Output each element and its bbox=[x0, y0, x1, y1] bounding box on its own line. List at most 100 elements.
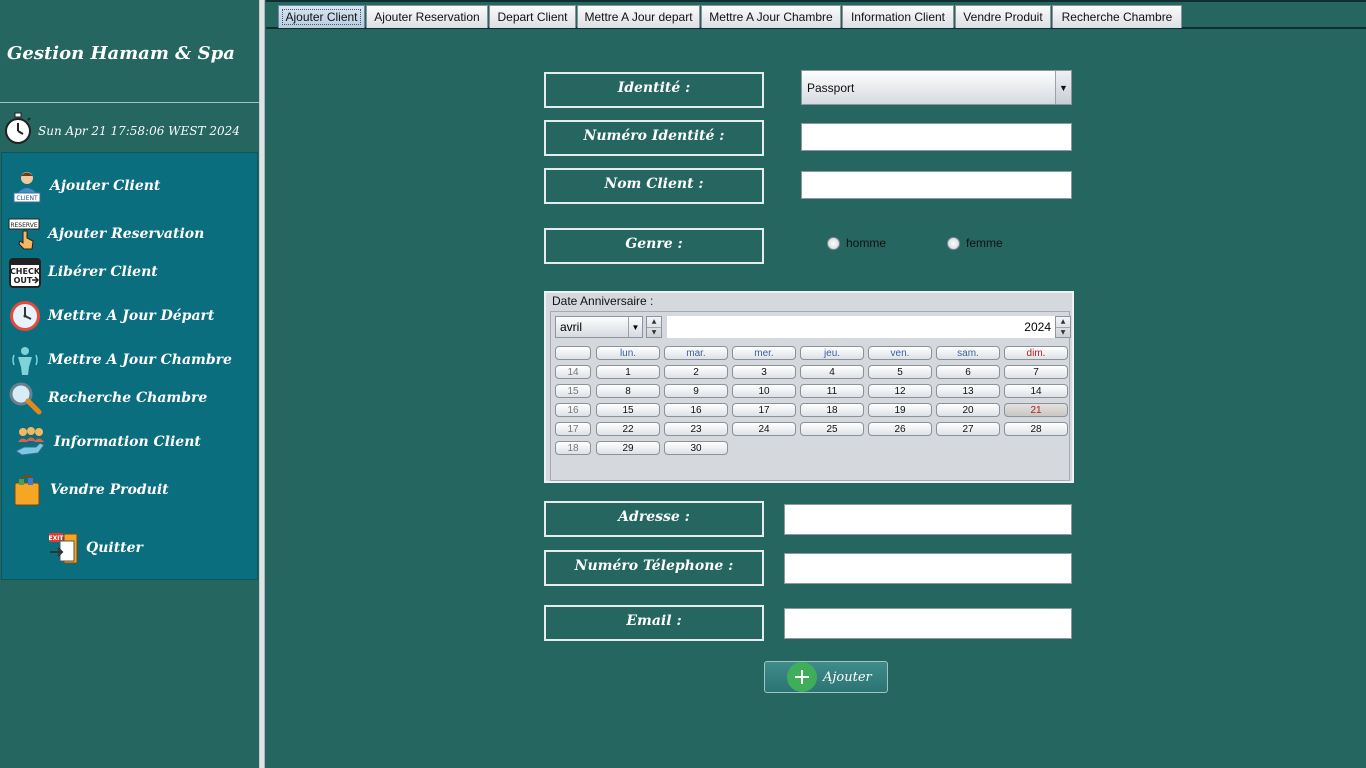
menu-item-information-client[interactable]: Information Client bbox=[14, 425, 201, 459]
calendar-day[interactable]: 29 bbox=[596, 441, 660, 455]
telephone-input[interactable] bbox=[784, 553, 1072, 584]
divider bbox=[0, 102, 260, 103]
tab-recherche-chambre[interactable]: Recherche Chambre bbox=[1052, 5, 1182, 28]
calendar-day[interactable]: 7 bbox=[1004, 365, 1068, 379]
email-input[interactable] bbox=[784, 608, 1072, 639]
calendar-day[interactable]: 19 bbox=[868, 403, 932, 417]
calendar-day-selected[interactable]: 21 bbox=[1004, 403, 1068, 417]
calendar-day[interactable]: 11 bbox=[800, 384, 864, 398]
month-spinner[interactable]: ▲ ▼ bbox=[646, 316, 662, 338]
menu-item-ajouter-client[interactable]: CLIENT Ajouter Client bbox=[10, 169, 160, 203]
calendar-day[interactable]: 24 bbox=[732, 422, 796, 436]
calendar-day[interactable]: 9 bbox=[664, 384, 728, 398]
menu-item-recherche-chambre[interactable]: Recherche Chambre bbox=[8, 381, 207, 415]
tab-depart-client[interactable]: Depart Client bbox=[489, 5, 576, 28]
calendar-day[interactable]: 23 bbox=[664, 422, 728, 436]
calendar-day[interactable]: 12 bbox=[868, 384, 932, 398]
spinner-down-icon[interactable]: ▼ bbox=[1056, 328, 1070, 338]
tab-information-client[interactable]: Information Client bbox=[842, 5, 954, 28]
month-select[interactable]: avril ▼ bbox=[555, 316, 643, 338]
menu-item-liberer-client[interactable]: CHECK OUT Libérer Client bbox=[8, 255, 158, 289]
calendar-day[interactable]: 27 bbox=[936, 422, 1000, 436]
adresse-input[interactable] bbox=[784, 504, 1072, 535]
svg-text:CHECK: CHECK bbox=[10, 267, 41, 276]
year-field[interactable]: 2024 bbox=[667, 316, 1055, 338]
reserve-icon: RESERVE bbox=[8, 217, 42, 251]
calendar-day[interactable]: 30 bbox=[664, 441, 728, 455]
calendar-day[interactable]: 3 bbox=[732, 365, 796, 379]
calendar-day[interactable]: 8 bbox=[596, 384, 660, 398]
nom-client-input[interactable] bbox=[801, 171, 1072, 199]
calendar-title: Date Anniversaire : bbox=[552, 294, 654, 308]
tab-ajouter-client[interactable]: Ajouter Client bbox=[278, 5, 365, 28]
calendar-day[interactable]: 14 bbox=[1004, 384, 1068, 398]
calendar-day[interactable]: 28 bbox=[1004, 422, 1068, 436]
radio-button[interactable] bbox=[947, 236, 960, 250]
spinner-down-icon[interactable]: ▼ bbox=[647, 328, 661, 338]
menu-item-ajouter-reservation[interactable]: RESERVE Ajouter Reservation bbox=[8, 217, 204, 251]
menu-item-label: Vendre Produit bbox=[50, 482, 169, 498]
spinner-up-icon[interactable]: ▲ bbox=[1056, 317, 1070, 328]
calendar-panel: avril ▼ ▲ ▼ 2024 ▲ ▼ lun. mar. mer. jeu. ven… bbox=[550, 311, 1071, 481]
menu-item-label: Libérer Client bbox=[48, 264, 158, 280]
client-icon: CLIENT bbox=[10, 169, 44, 203]
calendar-day[interactable]: 2 bbox=[664, 365, 728, 379]
weekday-header: ven. bbox=[868, 346, 932, 360]
calendar-day[interactable]: 17 bbox=[732, 403, 796, 417]
radio-button[interactable] bbox=[827, 236, 840, 250]
menu-item-label: Recherche Chambre bbox=[48, 390, 208, 406]
menu-item-label: Ajouter Client bbox=[50, 178, 161, 194]
calendar-day[interactable]: 1 bbox=[596, 365, 660, 379]
tab-mettre-a-jour-depart[interactable]: Mettre A Jour depart bbox=[577, 5, 700, 28]
genre-radio-femme[interactable]: femme bbox=[947, 236, 1003, 250]
calendar-day[interactable]: 16 bbox=[664, 403, 728, 417]
genre-radio-homme[interactable]: homme bbox=[827, 236, 886, 250]
plus-icon bbox=[787, 662, 817, 692]
menu-item-vendre-produit[interactable]: Vendre Produit bbox=[10, 473, 169, 507]
calendar-day[interactable]: 6 bbox=[936, 365, 1000, 379]
menu-item-label: Mettre A Jour Chambre bbox=[48, 352, 232, 368]
menu-item-quitter[interactable]: EXIT Quitter bbox=[46, 531, 143, 565]
weekday-header: mer. bbox=[732, 346, 796, 360]
calendar-day[interactable]: 4 bbox=[800, 365, 864, 379]
split-pane-divider[interactable] bbox=[259, 0, 265, 768]
tab-vendre-produit[interactable]: Vendre Produit bbox=[955, 5, 1051, 28]
numero-identite-input[interactable] bbox=[801, 123, 1072, 151]
calendar-day[interactable]: 20 bbox=[936, 403, 1000, 417]
weekday-header: sam. bbox=[936, 346, 1000, 360]
shopping-bag-icon bbox=[10, 473, 44, 507]
calendar-day[interactable]: 18 bbox=[800, 403, 864, 417]
telephone-label: Numéro Télephone : bbox=[544, 550, 764, 586]
calendar-day[interactable]: 22 bbox=[596, 422, 660, 436]
calendar-corner-cell bbox=[555, 346, 591, 360]
search-icon bbox=[8, 381, 42, 415]
calendar-day[interactable]: 15 bbox=[596, 403, 660, 417]
calendar-day[interactable]: 10 bbox=[732, 384, 796, 398]
calendar-day[interactable]: 26 bbox=[868, 422, 932, 436]
calendar-day[interactable]: 13 bbox=[936, 384, 1000, 398]
menu-item-mettre-a-jour-depart[interactable]: Mettre A Jour Départ bbox=[8, 299, 214, 333]
tab-mettre-a-jour-chambre[interactable]: Mettre A Jour Chambre bbox=[701, 5, 841, 28]
spinner-up-icon[interactable]: ▲ bbox=[647, 317, 661, 328]
exit-icon: EXIT bbox=[46, 531, 80, 565]
menu-item-label: Ajouter Reservation bbox=[48, 226, 205, 242]
year-spinner[interactable]: ▲ ▼ bbox=[1055, 316, 1071, 338]
chevron-down-icon: ▼ bbox=[1055, 71, 1071, 104]
menu-item-mettre-a-jour-chambre[interactable]: Mettre A Jour Chambre bbox=[8, 343, 232, 377]
calendar-day[interactable]: 25 bbox=[800, 422, 864, 436]
clock-row: Sun Apr 21 17:58:06 WEST 2024 bbox=[2, 112, 240, 148]
email-label: Email : bbox=[544, 605, 764, 641]
check-out-icon: CHECK OUT bbox=[8, 255, 42, 289]
weekday-header: mar. bbox=[664, 346, 728, 360]
week-number: 17 bbox=[555, 422, 591, 436]
svg-text:RESERVE: RESERVE bbox=[10, 222, 38, 229]
week-number: 18 bbox=[555, 441, 591, 455]
tab-ajouter-reservation[interactable]: Ajouter Reservation bbox=[366, 5, 488, 28]
identite-select[interactable]: Passport ▼ bbox=[801, 70, 1072, 105]
svg-text:OUT: OUT bbox=[14, 276, 33, 285]
person-icon bbox=[8, 343, 42, 377]
calendar-day[interactable]: 5 bbox=[868, 365, 932, 379]
clock-icon bbox=[8, 299, 42, 333]
ajouter-button[interactable]: Ajouter bbox=[764, 661, 888, 693]
group-icon bbox=[14, 425, 48, 459]
